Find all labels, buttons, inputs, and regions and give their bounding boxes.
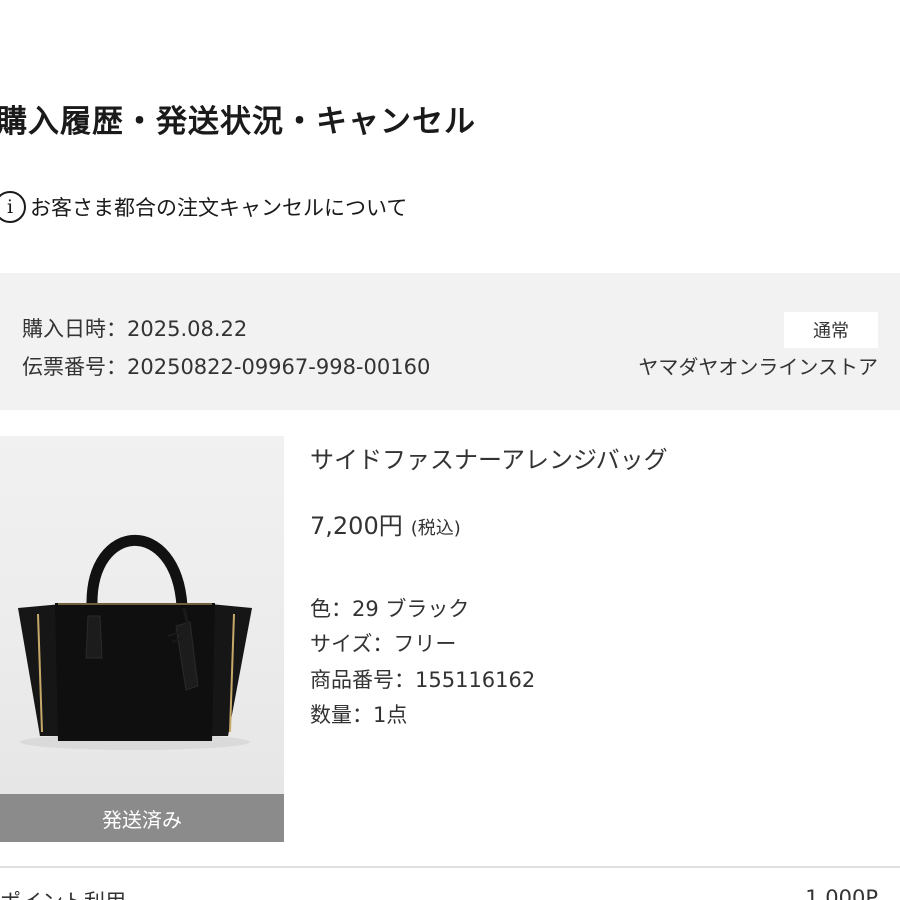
slip-number-value: 20250822-09967-998-00160 (127, 355, 431, 379)
product-image[interactable] (0, 436, 284, 794)
product-item-number: 商品番号：155116162 (310, 668, 536, 692)
slip-number-label: 伝票番号： (22, 355, 127, 379)
slip-number: 伝票番号：20250822-09967-998-00160 (22, 351, 430, 381)
points-usage-label: ポイント利用 (0, 886, 126, 900)
cancel-policy-link-label: お客さま都合の注文キャンセルについて (30, 196, 408, 220)
product-name-link[interactable]: サイドファスナーアレンジバッグ (310, 440, 668, 475)
cancel-policy-link[interactable]: i お客さま都合の注文キャンセルについて (0, 186, 407, 228)
price-tax-note: (税込) (410, 518, 461, 539)
price-value: 7,200円 (310, 512, 403, 540)
order-type-badge: 通常 (784, 312, 878, 348)
black-tote-bag-image (18, 534, 252, 750)
order-date-value: 2025.08.22 (127, 317, 248, 341)
order-header: 購入日時：2025.08.22 伝票番号：20250822-09967-998-… (0, 273, 900, 410)
product-price: 7,200円 (税込) (310, 506, 461, 541)
section-divider (0, 866, 900, 868)
purchase-history-page: 購入履歴・発送状況・キャンセル i お客さま都合の注文キャンセルについて 購入日… (0, 0, 900, 900)
order-date-label: 購入日時： (22, 317, 127, 341)
order-date: 購入日時：2025.08.22 (22, 313, 247, 343)
product-color: 色：29 ブラック (310, 597, 470, 621)
points-usage-value: 1,000P (805, 886, 878, 900)
store-name: ヤマダヤオンラインストア (638, 355, 878, 379)
shipping-status-badge: 発送済み (0, 794, 284, 842)
info-icon: i (0, 191, 26, 223)
page-title: 購入履歴・発送状況・キャンセル (0, 104, 476, 140)
product-quantity: 数量：1点 (310, 703, 408, 727)
product-size: サイズ：フリー (310, 632, 457, 656)
